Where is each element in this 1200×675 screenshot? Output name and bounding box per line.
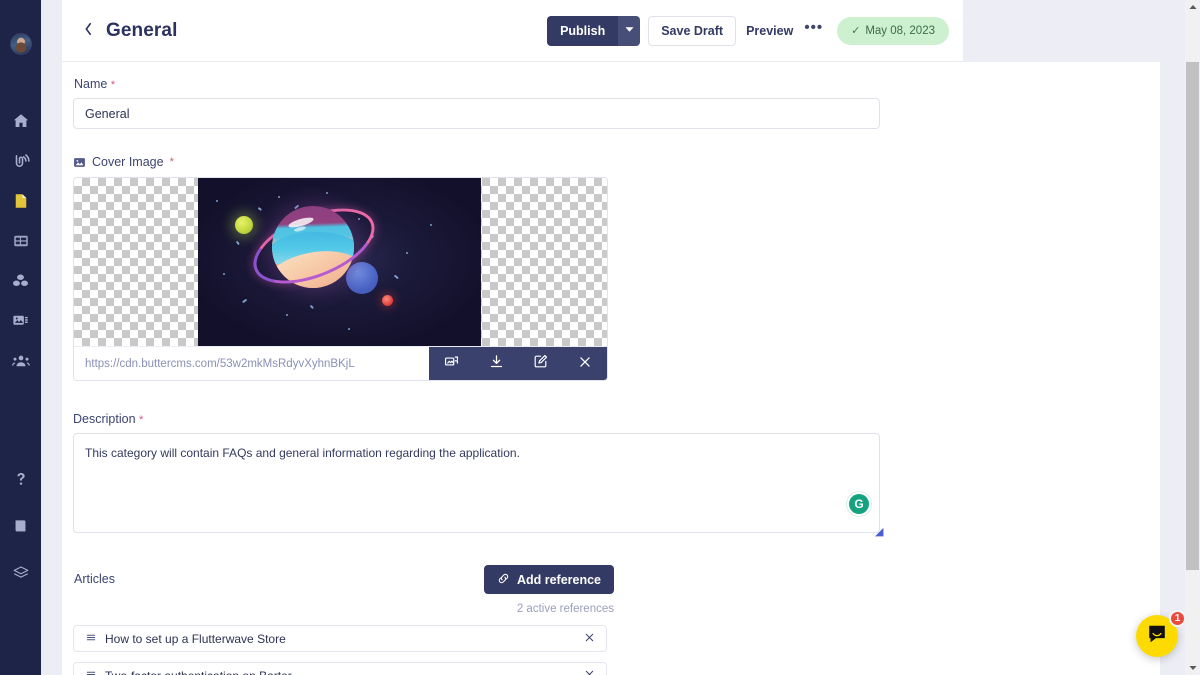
- remove-image-button[interactable]: [578, 355, 592, 374]
- cover-image-graphic: [198, 178, 481, 346]
- intercom-unread-badge: 1: [1169, 610, 1186, 627]
- preview-button[interactable]: Preview: [746, 16, 793, 46]
- sidebar-item-team[interactable]: [0, 349, 41, 373]
- description-textarea[interactable]: This category will contain FAQs and gene…: [73, 433, 883, 538]
- sidebar-item-media[interactable]: [0, 309, 41, 333]
- form-body: Name * General Cover Image * https://cdn…: [62, 62, 1160, 675]
- publish-button[interactable]: Publish: [547, 15, 619, 46]
- home-icon: [12, 112, 30, 130]
- copy-image-button[interactable]: [444, 354, 459, 374]
- name-field-group: Name * General: [62, 62, 1160, 129]
- cover-image-label-text: Cover Image: [92, 155, 164, 169]
- help-icon: [13, 470, 29, 488]
- cover-image-toolbar: [429, 347, 607, 380]
- table-row[interactable]: Two-factor authentication on Barter: [73, 662, 607, 675]
- add-reference-button[interactable]: Add reference: [483, 565, 614, 594]
- download-image-button[interactable]: [489, 354, 504, 374]
- page-title: General: [106, 19, 178, 41]
- publish-dropdown-button[interactable]: [618, 15, 641, 46]
- grammarly-icon[interactable]: G: [849, 494, 869, 514]
- download-icon: [489, 354, 504, 374]
- scroll-down-button[interactable]: [1185, 661, 1200, 675]
- resize-grip-icon[interactable]: ◢: [875, 527, 885, 538]
- description-value: This category will contain FAQs and gene…: [85, 446, 520, 460]
- cover-image-preview[interactable]: [74, 178, 607, 346]
- name-label-text: Name: [74, 77, 108, 91]
- description-label: Description *: [73, 412, 1160, 426]
- scroll-up-button[interactable]: [1185, 0, 1200, 14]
- required-marker-description: *: [139, 414, 144, 426]
- cover-image-url[interactable]: https://cdn.buttercms.com/53w2mkMsRdyvXy…: [74, 358, 355, 370]
- image-icon: [73, 156, 86, 169]
- name-input[interactable]: General: [73, 98, 880, 129]
- media-icon: [11, 312, 30, 330]
- reference-title: How to set up a Flutterwave Store: [105, 631, 286, 646]
- pages-icon: [12, 192, 30, 210]
- sidebar-item-components[interactable]: [0, 269, 41, 293]
- add-reference-label: Add reference: [516, 572, 601, 587]
- edit-image-button[interactable]: [533, 354, 548, 374]
- drag-handle-icon[interactable]: [85, 632, 97, 646]
- collections-icon: [12, 232, 30, 250]
- chevron-down-icon: [625, 26, 634, 35]
- app-root: General Publish Save Draft Preview ••• ✓…: [0, 0, 1200, 675]
- sidebar-item-pages[interactable]: [0, 189, 41, 213]
- publish-button-group: Publish: [547, 15, 641, 46]
- chat-bubble-icon: [1146, 623, 1168, 650]
- chevron-left-icon: [84, 22, 93, 40]
- remove-reference-button[interactable]: [584, 632, 595, 646]
- more-options-button[interactable]: •••: [804, 16, 823, 46]
- required-marker: *: [110, 79, 116, 91]
- status-date-label: May 08, 2023: [865, 24, 935, 37]
- red-moon: [382, 295, 393, 306]
- yellow-moon: [235, 216, 253, 234]
- layers-icon: [11, 564, 31, 582]
- cover-image-footer: https://cdn.buttercms.com/53w2mkMsRdyvXy…: [74, 346, 607, 380]
- copy-image-icon: [444, 354, 459, 374]
- sidebar-item-home[interactable]: [0, 109, 41, 133]
- sidebar-item-blog[interactable]: [0, 149, 41, 173]
- reference-title: Two-factor authentication on Barter: [105, 669, 292, 675]
- save-draft-button[interactable]: Save Draft: [648, 15, 737, 46]
- required-marker-cover: *: [169, 156, 174, 168]
- avatar[interactable]: [9, 33, 32, 55]
- active-references-count: 2 active references: [516, 603, 614, 615]
- sidebar-item-layers[interactable]: [0, 561, 41, 585]
- components-icon: [11, 272, 30, 290]
- back-button[interactable]: [76, 19, 100, 43]
- sidebar-item-help[interactable]: [0, 467, 41, 491]
- book-icon: [12, 517, 29, 535]
- edit-icon: [533, 354, 548, 374]
- cover-image-label: Cover Image *: [73, 155, 1160, 169]
- name-label: Name *: [74, 77, 1160, 91]
- vertical-scrollbar[interactable]: [1185, 0, 1200, 675]
- sidebar-item-docs[interactable]: [0, 514, 41, 538]
- sidebar: [0, 0, 41, 675]
- scrollbar-thumb[interactable]: [1186, 62, 1199, 570]
- header-actions: Publish Save Draft Preview ••• ✓ May 08,…: [547, 15, 963, 46]
- page-header: General Publish Save Draft Preview ••• ✓…: [62, 0, 963, 62]
- team-icon: [11, 352, 31, 370]
- status-badge: ✓ May 08, 2023: [837, 16, 949, 45]
- drag-handle-icon[interactable]: [85, 669, 97, 675]
- table-row[interactable]: How to set up a Flutterwave Store: [73, 625, 607, 652]
- link-icon: [497, 572, 510, 588]
- remove-reference-button[interactable]: [584, 669, 595, 675]
- cover-image-widget: https://cdn.buttercms.com/53w2mkMsRdyvXy…: [73, 177, 608, 381]
- check-icon: ✓: [851, 25, 861, 37]
- articles-section-header: Articles Add reference: [62, 565, 614, 595]
- description-label-text: Description: [73, 412, 136, 426]
- sidebar-item-collections[interactable]: [0, 229, 41, 253]
- blog-icon: [12, 152, 30, 170]
- close-icon: [578, 355, 592, 374]
- articles-label: Articles: [74, 572, 115, 586]
